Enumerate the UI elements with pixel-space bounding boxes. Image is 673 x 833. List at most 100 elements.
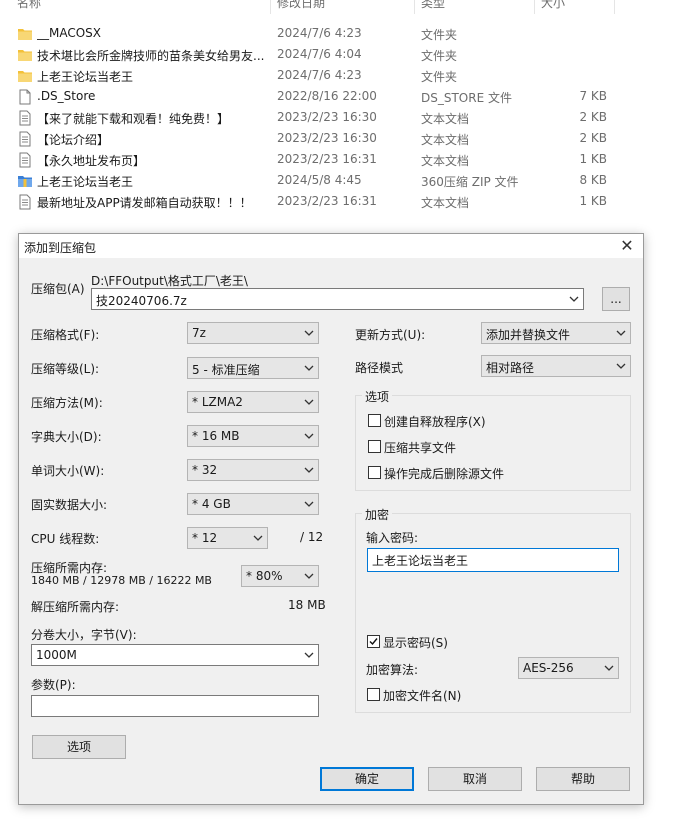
- encrypt-names-checkbox[interactable]: 加密文件名(N): [367, 687, 567, 703]
- column-divider[interactable]: [534, 0, 535, 14]
- folder-icon: [17, 68, 33, 84]
- format-label: 压缩格式(F):: [31, 328, 100, 342]
- delete-source-checkbox[interactable]: 操作完成后删除源文件: [368, 465, 568, 481]
- browse-button[interactable]: ...: [602, 287, 630, 311]
- file-type: 文本文档: [421, 196, 470, 210]
- checkbox-box[interactable]: [368, 414, 381, 427]
- file-row[interactable]: 上老王论坛当老王 2024/7/6 4:23 文件夹: [0, 65, 673, 86]
- file-row[interactable]: __MACOSX 2024/7/6 4:23 文件夹: [0, 23, 673, 44]
- checkbox-box[interactable]: [367, 635, 380, 648]
- sfx-checkbox[interactable]: 创建自释放程序(X): [368, 413, 568, 429]
- column-header-date[interactable]: 修改日期: [277, 0, 325, 11]
- shared-checkbox[interactable]: 压缩共享文件: [368, 439, 568, 455]
- checkbox-box[interactable]: [368, 440, 381, 453]
- file-type: 文本文档: [421, 133, 470, 147]
- title-bar[interactable]: 添加到压缩包 ✕: [19, 234, 643, 258]
- column-header-size[interactable]: 大小: [541, 0, 565, 11]
- file-name: 技术堪比会所金牌技师的苗条美女给男友...: [37, 49, 265, 63]
- format-value: 7z: [192, 326, 206, 340]
- close-icon[interactable]: ✕: [615, 234, 639, 258]
- path-mode-value: 相对路径: [486, 361, 535, 375]
- params-input[interactable]: [31, 695, 319, 717]
- checkbox-box[interactable]: [367, 688, 380, 701]
- checkbox-box[interactable]: [368, 466, 381, 479]
- update-select[interactable]: 添加并替换文件: [481, 322, 631, 344]
- file-date: 2023/2/23 16:31: [277, 152, 377, 166]
- word-value: * 32: [192, 463, 218, 477]
- file-name: 上老王论坛当老王: [37, 70, 134, 84]
- file-date: 2024/5/8 4:45: [277, 173, 362, 187]
- folder-icon: [17, 26, 33, 42]
- encryption-method-label: 加密算法:: [366, 663, 419, 677]
- encryption-group-title: 加密: [362, 506, 393, 523]
- file-row[interactable]: 【永久地址发布页】 2023/2/23 16:31 文本文档 1 KB: [0, 149, 673, 170]
- chevron-down-icon: [616, 363, 626, 369]
- column-header-type[interactable]: 类型: [421, 0, 445, 11]
- delete-source-checkbox-label: 操作完成后删除源文件: [384, 467, 505, 481]
- method-value: * LZMA2: [192, 395, 243, 409]
- add-to-archive-dialog: 添加到压缩包 ✕ 压缩包(A) D:\FFOutput\格式工厂\老王\ 技20…: [18, 233, 644, 805]
- solid-value: * 4 GB: [192, 497, 231, 511]
- shared-checkbox-label: 压缩共享文件: [384, 441, 457, 455]
- mem-decompress-value: 18 MB: [288, 598, 326, 612]
- file-date: 2023/2/23 16:30: [277, 110, 377, 124]
- column-header-name[interactable]: 名称: [17, 0, 41, 11]
- word-select[interactable]: * 32: [187, 459, 319, 481]
- dict-value: * 16 MB: [192, 429, 240, 443]
- file-size: 8 KB: [579, 173, 607, 187]
- options-button[interactable]: 选项: [32, 735, 126, 759]
- encrypt-names-label: 加密文件名(N): [383, 689, 462, 703]
- file-type: 文本文档: [421, 154, 470, 168]
- file-type: DS_STORE 文件: [421, 91, 512, 105]
- encryption-method-select[interactable]: AES-256: [518, 657, 619, 679]
- file-size: 1 KB: [579, 152, 607, 166]
- folder-icon: [17, 47, 33, 63]
- path-mode-select[interactable]: 相对路径: [481, 355, 631, 377]
- file-row[interactable]: 最新地址及APP请发邮箱自动获取！！！ 2023/2/23 16:31 文本文档 1 …: [0, 191, 673, 212]
- file-name: .DS_Store: [37, 89, 96, 103]
- file-name: 上老王论坛当老王: [37, 175, 134, 189]
- format-select[interactable]: 7z: [187, 322, 319, 344]
- threads-max: / 12: [300, 530, 324, 544]
- file-row[interactable]: .DS_Store 2022/8/16 22:00 DS_STORE 文件 7 KB: [0, 86, 673, 107]
- level-value: 5 - 标准压缩: [192, 363, 260, 377]
- file-size: 2 KB: [579, 110, 607, 124]
- word-label: 单词大小(W):: [31, 464, 105, 478]
- mem-usage-value: * 80%: [246, 569, 283, 583]
- file-name: 【来了就能下载和观看！纯免费！】: [37, 112, 230, 126]
- mem-compress-detail: 1840 MB / 12978 MB / 16222 MB: [31, 574, 212, 587]
- file-name: 【永久地址发布页】: [37, 154, 146, 168]
- file-size: 7 KB: [579, 89, 607, 103]
- chevron-down-icon: [604, 665, 614, 671]
- path-mode-label: 路径模式: [355, 361, 404, 375]
- dict-label: 字典大小(D):: [31, 430, 102, 444]
- file-name: 【论坛介绍】: [37, 133, 110, 147]
- column-divider[interactable]: [614, 0, 615, 14]
- password-label: 输入密码:: [366, 531, 419, 545]
- encryption-method-value: AES-256: [523, 661, 574, 675]
- file-row[interactable]: 【论坛介绍】 2023/2/23 16:30 文本文档 2 KB: [0, 128, 673, 149]
- file-row[interactable]: 上老王论坛当老王 2024/5/8 4:45 360压缩 ZIP 文件 8 KB: [0, 170, 673, 191]
- dict-select[interactable]: * 16 MB: [187, 425, 319, 447]
- archive-name-combo[interactable]: 技20240706.7z: [91, 288, 584, 310]
- archive-path: D:\FFOutput\格式工厂\老王\: [91, 274, 248, 288]
- column-divider[interactable]: [270, 0, 271, 14]
- checkmark-icon: [369, 638, 378, 646]
- ok-button[interactable]: 确定: [320, 767, 414, 791]
- threads-select[interactable]: * 12: [187, 527, 268, 549]
- solid-select[interactable]: * 4 GB: [187, 493, 319, 515]
- show-password-checkbox[interactable]: 显示密码(S): [367, 634, 567, 650]
- level-select[interactable]: 5 - 标准压缩: [187, 357, 319, 379]
- method-select[interactable]: * LZMA2: [187, 391, 319, 413]
- help-button[interactable]: 帮助: [536, 767, 630, 791]
- password-input[interactable]: 上老王论坛当老王: [367, 548, 619, 572]
- chevron-down-icon: [304, 467, 314, 473]
- mem-usage-select[interactable]: * 80%: [241, 565, 319, 587]
- file-row[interactable]: 技术堪比会所金牌技师的苗条美女给男友... 2024/7/6 4:04 文件夹: [0, 44, 673, 65]
- zip-file-icon: [17, 173, 33, 189]
- volume-combo[interactable]: 1000M: [31, 644, 319, 666]
- column-divider[interactable]: [414, 0, 415, 14]
- text-file-icon: [17, 110, 33, 126]
- cancel-button[interactable]: 取消: [428, 767, 522, 791]
- file-row[interactable]: 【来了就能下载和观看！纯免费！】 2023/2/23 16:30 文本文档 2 KB: [0, 107, 673, 128]
